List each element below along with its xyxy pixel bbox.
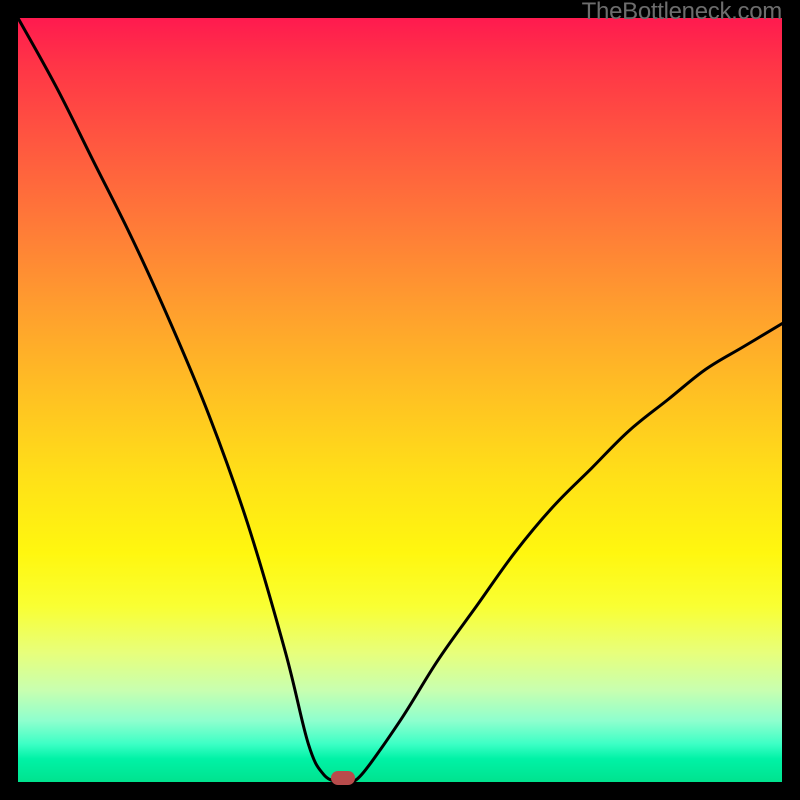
curve-layer: [18, 18, 782, 782]
optimal-marker: [331, 771, 355, 785]
chart-frame: TheBottleneck.com: [0, 0, 800, 800]
bottleneck-curve: [18, 18, 782, 782]
watermark-text: TheBottleneck.com: [582, 0, 782, 24]
plot-area: [18, 18, 782, 782]
